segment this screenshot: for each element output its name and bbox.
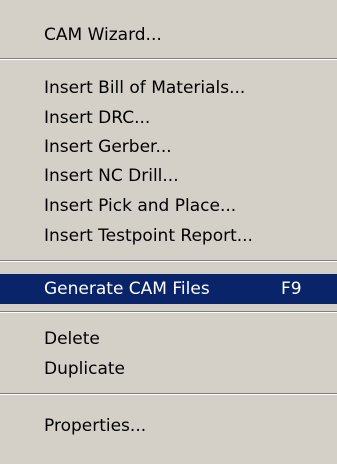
menu-item-properties[interactable]: Properties... (0, 413, 337, 439)
context-menu: CAM Wizard... Insert Bill of Materials..… (0, 0, 337, 464)
menu-item-label: Delete (44, 329, 100, 349)
menu-separator (0, 393, 337, 395)
menu-item-label: Generate CAM Files (44, 279, 210, 299)
menu-item-generate-cam-files[interactable]: Generate CAM Files F9 (0, 274, 337, 304)
menu-item-cam-wizard[interactable]: CAM Wizard... (0, 22, 337, 48)
menu-item-insert-testpoint-report[interactable]: Insert Testpoint Report... (0, 223, 337, 249)
menu-item-delete[interactable]: Delete (0, 326, 337, 352)
menu-item-label: CAM Wizard... (44, 25, 162, 45)
menu-item-label: Duplicate (44, 359, 125, 379)
menu-item-insert-gerber[interactable]: Insert Gerber... (0, 134, 337, 160)
menu-item-insert-bill-of-materials[interactable]: Insert Bill of Materials... (0, 75, 337, 101)
menu-item-insert-nc-drill[interactable]: Insert NC Drill... (0, 163, 337, 189)
menu-item-label: Insert DRC... (44, 108, 151, 128)
menu-item-label: Insert Testpoint Report... (44, 226, 253, 246)
menu-separator (0, 260, 337, 262)
menu-item-insert-drc[interactable]: Insert DRC... (0, 105, 337, 131)
menu-item-label: Properties... (44, 416, 147, 436)
menu-item-label: Insert Bill of Materials... (44, 78, 246, 98)
menu-item-insert-pick-and-place[interactable]: Insert Pick and Place... (0, 193, 337, 219)
menu-item-label: Insert NC Drill... (44, 166, 179, 186)
shortcut-key-label: F9 (281, 279, 302, 299)
menu-item-label: Insert Pick and Place... (44, 196, 237, 216)
menu-item-label: Insert Gerber... (44, 137, 172, 157)
menu-item-duplicate[interactable]: Duplicate (0, 356, 337, 382)
menu-separator (0, 311, 337, 313)
menu-separator (0, 58, 337, 60)
